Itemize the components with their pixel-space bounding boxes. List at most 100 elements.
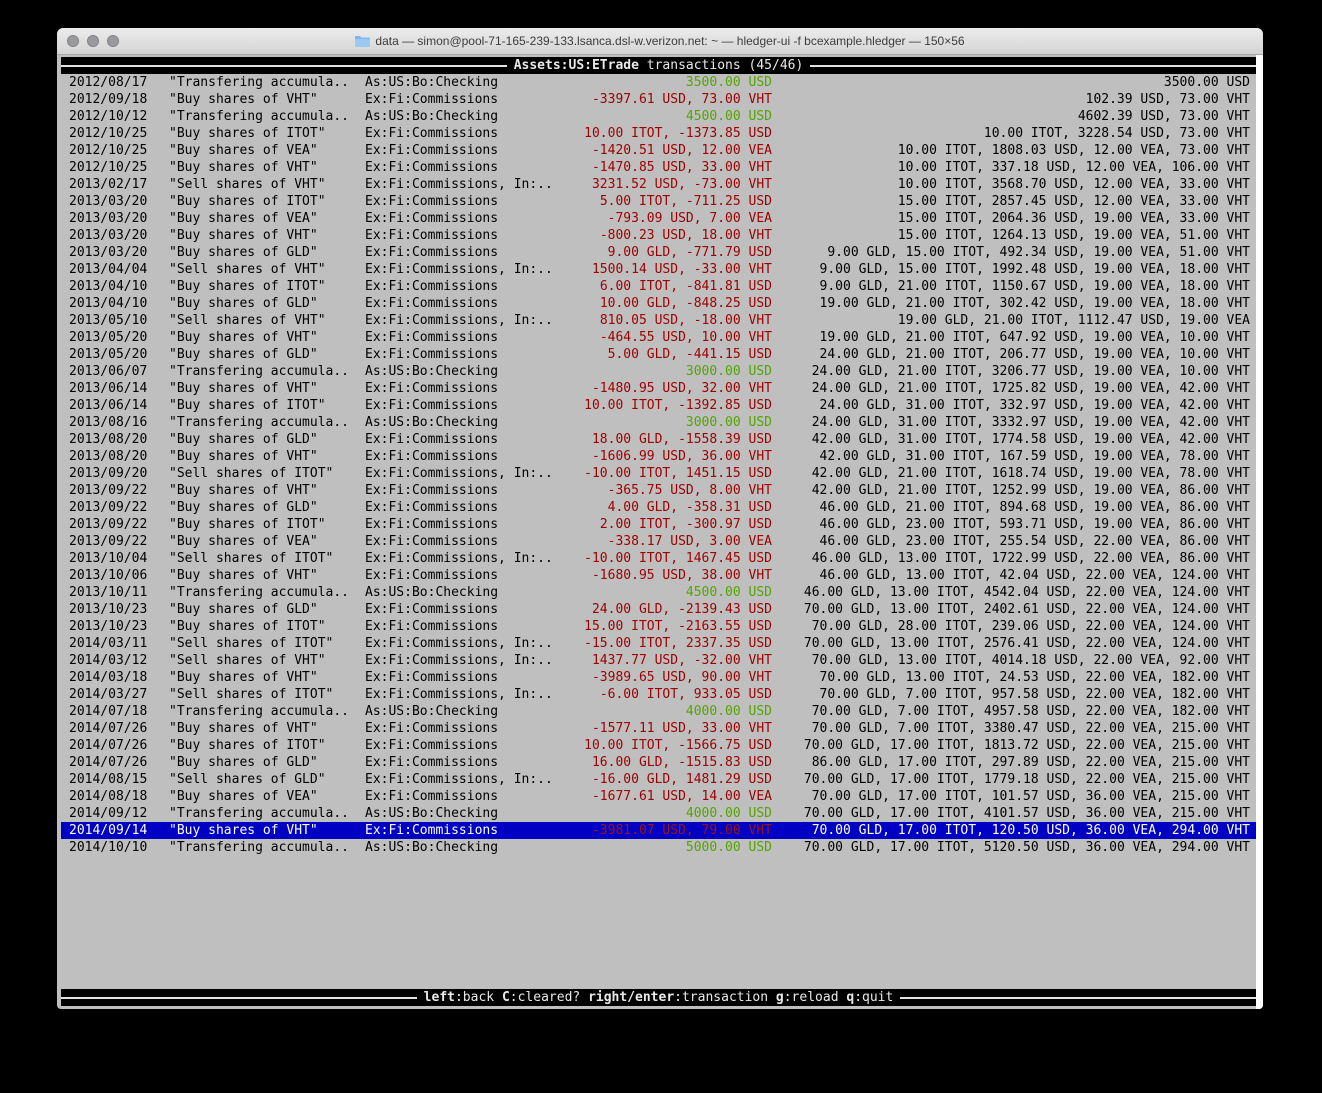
transaction-row[interactable]: 2013/08/16 "Transfering accumula.. As:US… (61, 414, 1256, 431)
transaction-row[interactable]: 2014/08/15 "Sell shares of GLD" Ex:Fi:Co… (61, 771, 1256, 788)
help-footer-bar: left:back C:cleared? right/enter:transac… (61, 989, 1256, 1006)
transaction-row[interactable]: 2013/06/14 "Buy shares of VHT" Ex:Fi:Com… (61, 380, 1256, 397)
tx-running-balance: 70.00 GLD, 17.00 ITOT, 1813.72 USD, 22.0… (772, 737, 1256, 754)
transaction-row[interactable]: 2013/10/06 "Buy shares of VHT" Ex:Fi:Com… (61, 567, 1256, 584)
tx-date: 2013/05/10 (69, 312, 169, 329)
transaction-row[interactable]: 2014/10/10 "Transfering accumula.. As:US… (61, 839, 1256, 856)
tx-other-accounts: As:US:Bo:Checking (365, 839, 565, 856)
transaction-row[interactable]: 2013/09/22 "Buy shares of VEA" Ex:Fi:Com… (61, 533, 1256, 550)
tx-running-balance: 24.00 GLD, 21.00 ITOT, 206.77 USD, 19.00… (772, 346, 1256, 363)
transaction-row[interactable]: 2013/08/20 "Buy shares of GLD" Ex:Fi:Com… (61, 431, 1256, 448)
tx-running-balance: 46.00 GLD, 23.00 ITOT, 255.54 USD, 22.00… (772, 533, 1256, 550)
tx-date: 2013/06/07 (69, 363, 169, 380)
tx-description: "Transfering accumula.. (169, 839, 365, 856)
tx-date: 2013/05/20 (69, 329, 169, 346)
transaction-row[interactable]: 2014/07/26 "Buy shares of ITOT" Ex:Fi:Co… (61, 737, 1256, 754)
transaction-row[interactable]: 2013/03/20 "Buy shares of VHT" Ex:Fi:Com… (61, 227, 1256, 244)
tx-other-accounts: Ex:Fi:Commissions (365, 227, 565, 244)
transaction-row[interactable]: 2013/04/04 "Sell shares of VHT" Ex:Fi:Co… (61, 261, 1256, 278)
scrollbar-track[interactable] (1256, 55, 1263, 1009)
transaction-row[interactable]: 2013/02/17 "Sell shares of VHT" Ex:Fi:Co… (61, 176, 1256, 193)
transaction-row[interactable]: 2013/09/22 "Buy shares of VHT" Ex:Fi:Com… (61, 482, 1256, 499)
tx-running-balance: 9.00 GLD, 15.00 ITOT, 492.34 USD, 19.00 … (772, 244, 1256, 261)
tx-date: 2014/03/27 (69, 686, 169, 703)
tx-running-balance: 24.00 GLD, 21.00 ITOT, 1725.82 USD, 19.0… (772, 380, 1256, 397)
tx-date: 2014/03/18 (69, 669, 169, 686)
transaction-row[interactable]: 2012/10/25 "Buy shares of VHT" Ex:Fi:Com… (61, 159, 1256, 176)
tx-other-accounts: Ex:Fi:Commissions (365, 737, 565, 754)
transaction-row[interactable]: 2013/04/10 "Buy shares of GLD" Ex:Fi:Com… (61, 295, 1256, 312)
footer-rule-left (61, 997, 417, 999)
transaction-row[interactable]: 2013/09/22 "Buy shares of GLD" Ex:Fi:Com… (61, 499, 1256, 516)
tx-change-amount: 4000.00 USD (565, 805, 772, 822)
transaction-row[interactable]: 2013/08/20 "Buy shares of VHT" Ex:Fi:Com… (61, 448, 1256, 465)
tx-other-accounts: As:US:Bo:Checking (365, 584, 565, 601)
tx-date: 2013/10/23 (69, 601, 169, 618)
folder-icon (355, 35, 370, 47)
transaction-row[interactable]: 2013/10/11 "Transfering accumula.. As:US… (61, 584, 1256, 601)
close-button[interactable] (67, 35, 79, 47)
zoom-button[interactable] (107, 35, 119, 47)
tx-change-amount: 16.00 GLD, -1515.83 USD (565, 754, 772, 771)
transaction-row[interactable]: 2014/09/14 "Buy shares of VHT" Ex:Fi:Com… (61, 822, 1256, 839)
transaction-row[interactable]: 2013/09/22 "Buy shares of ITOT" Ex:Fi:Co… (61, 516, 1256, 533)
transaction-row[interactable]: 2013/04/10 "Buy shares of ITOT" Ex:Fi:Co… (61, 278, 1256, 295)
transaction-row[interactable]: 2013/10/23 "Buy shares of GLD" Ex:Fi:Com… (61, 601, 1256, 618)
tx-description: "Transfering accumula.. (169, 108, 365, 125)
tx-description: "Sell shares of ITOT" (169, 550, 365, 567)
tx-running-balance: 46.00 GLD, 23.00 ITOT, 593.71 USD, 19.00… (772, 516, 1256, 533)
transaction-row[interactable]: 2013/05/20 "Buy shares of GLD" Ex:Fi:Com… (61, 346, 1256, 363)
transaction-row[interactable]: 2014/07/26 "Buy shares of GLD" Ex:Fi:Com… (61, 754, 1256, 771)
tx-other-accounts: Ex:Fi:Commissions (365, 567, 565, 584)
transaction-row[interactable]: 2012/10/25 "Buy shares of ITOT" Ex:Fi:Co… (61, 125, 1256, 142)
transaction-row[interactable]: 2012/09/18 "Buy shares of VHT" Ex:Fi:Com… (61, 91, 1256, 108)
transaction-row[interactable]: 2012/10/12 "Transfering accumula.. As:US… (61, 108, 1256, 125)
tx-date: 2013/03/20 (69, 193, 169, 210)
register-header-bar: Assets:US:ETrade transactions (45/46) (61, 57, 1256, 74)
transaction-row[interactable]: 2013/03/20 "Buy shares of GLD" Ex:Fi:Com… (61, 244, 1256, 261)
tx-description: "Transfering accumula.. (169, 414, 365, 431)
tx-other-accounts: Ex:Fi:Commissions (365, 295, 565, 312)
transaction-row[interactable]: 2012/10/25 "Buy shares of VEA" Ex:Fi:Com… (61, 142, 1256, 159)
transaction-row[interactable]: 2013/06/14 "Buy shares of ITOT" Ex:Fi:Co… (61, 397, 1256, 414)
transaction-row[interactable]: 2014/08/18 "Buy shares of VEA" Ex:Fi:Com… (61, 788, 1256, 805)
transaction-row[interactable]: 2013/09/20 "Sell shares of ITOT" Ex:Fi:C… (61, 465, 1256, 482)
transaction-row[interactable]: 2013/03/20 "Buy shares of ITOT" Ex:Fi:Co… (61, 193, 1256, 210)
tx-running-balance: 15.00 ITOT, 1264.13 USD, 19.00 VEA, 51.0… (772, 227, 1256, 244)
tx-other-accounts: Ex:Fi:Commissions, In:.. (365, 312, 565, 329)
transaction-row[interactable]: 2013/10/04 "Sell shares of ITOT" Ex:Fi:C… (61, 550, 1256, 567)
tx-other-accounts: Ex:Fi:Commissions (365, 618, 565, 635)
transaction-row[interactable]: 2014/07/26 "Buy shares of VHT" Ex:Fi:Com… (61, 720, 1256, 737)
transaction-row[interactable]: 2014/07/18 "Transfering accumula.. As:US… (61, 703, 1256, 720)
transaction-row[interactable]: 2014/03/18 "Buy shares of VHT" Ex:Fi:Com… (61, 669, 1256, 686)
tx-other-accounts: Ex:Fi:Commissions (365, 125, 565, 142)
transaction-row[interactable]: 2013/10/23 "Buy shares of ITOT" Ex:Fi:Co… (61, 618, 1256, 635)
transaction-row[interactable]: 2014/09/12 "Transfering accumula.. As:US… (61, 805, 1256, 822)
transaction-row[interactable]: 2014/03/12 "Sell shares of VHT" Ex:Fi:Co… (61, 652, 1256, 669)
tx-change-amount: -1606.99 USD, 36.00 VHT (565, 448, 772, 465)
hint-action: :cleared? (510, 990, 588, 1005)
transaction-row[interactable]: 2014/03/27 "Sell shares of ITOT" Ex:Fi:C… (61, 686, 1256, 703)
tx-other-accounts: Ex:Fi:Commissions (365, 91, 565, 108)
transaction-row[interactable]: 2013/06/07 "Transfering accumula.. As:US… (61, 363, 1256, 380)
footer-rule-right (900, 997, 1256, 999)
hint-key: g (776, 990, 784, 1005)
transaction-row[interactable]: 2013/05/10 "Sell shares of VHT" Ex:Fi:Co… (61, 312, 1256, 329)
minimize-button[interactable] (87, 35, 99, 47)
traffic-lights (67, 28, 119, 54)
tx-other-accounts: Ex:Fi:Commissions (365, 346, 565, 363)
tx-other-accounts: Ex:Fi:Commissions, In:.. (365, 635, 565, 652)
tx-description: "Buy shares of ITOT" (169, 125, 365, 142)
tx-other-accounts: Ex:Fi:Commissions (365, 244, 565, 261)
tx-change-amount: 4500.00 USD (565, 108, 772, 125)
tx-date: 2013/09/22 (69, 499, 169, 516)
transaction-row[interactable]: 2013/05/20 "Buy shares of VHT" Ex:Fi:Com… (61, 329, 1256, 346)
tx-other-accounts: Ex:Fi:Commissions (365, 516, 565, 533)
transaction-row[interactable]: 2014/03/11 "Sell shares of ITOT" Ex:Fi:C… (61, 635, 1256, 652)
tx-description: "Buy shares of VHT" (169, 567, 365, 584)
transaction-row[interactable]: 2013/03/20 "Buy shares of VEA" Ex:Fi:Com… (61, 210, 1256, 227)
transaction-row[interactable]: 2012/08/17 "Transfering accumula.. As:US… (61, 74, 1256, 91)
tx-running-balance: 24.00 GLD, 31.00 ITOT, 3332.97 USD, 19.0… (772, 414, 1256, 431)
tx-description: "Buy shares of VEA" (169, 142, 365, 159)
tx-date: 2013/03/20 (69, 227, 169, 244)
